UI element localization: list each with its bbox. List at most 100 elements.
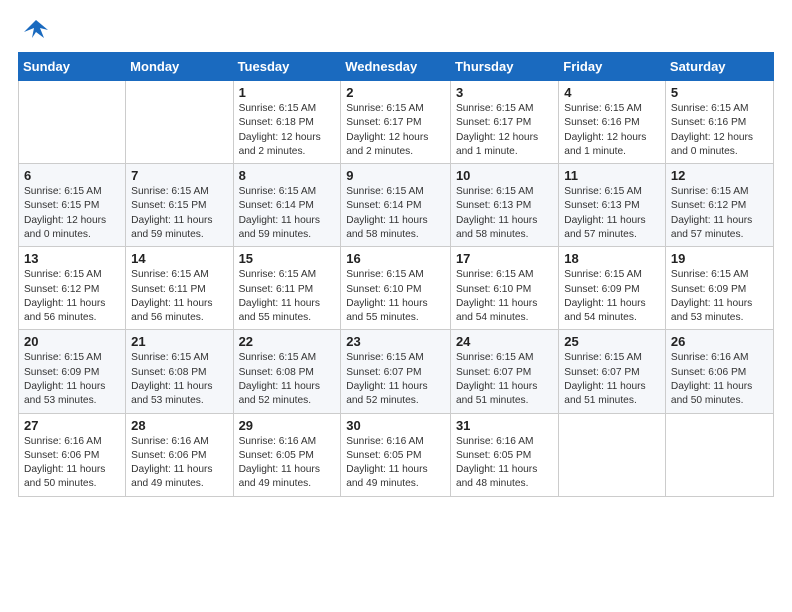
day-detail: Sunrise: 6:16 AMSunset: 6:06 PMDaylight:… <box>24 435 120 492</box>
calendar-cell <box>665 413 773 496</box>
calendar-cell: 25 Sunrise: 6:15 AMSunset: 6:07 PMDayligh… <box>559 330 666 413</box>
week-row-4: 27 Sunrise: 6:16 AMSunset: 6:06 PMDayligh… <box>19 413 774 496</box>
calendar-cell: 12 Sunrise: 6:15 AMSunset: 6:12 PMDayligh… <box>665 164 773 247</box>
calendar-cell: 10 Sunrise: 6:15 AMSunset: 6:13 PMDayligh… <box>450 164 558 247</box>
day-detail: Sunrise: 6:15 AMSunset: 6:07 PMDaylight:… <box>346 351 445 408</box>
day-number: 2 <box>346 85 445 100</box>
calendar-cell: 16 Sunrise: 6:15 AMSunset: 6:10 PMDayligh… <box>341 247 451 330</box>
calendar-cell <box>126 81 233 164</box>
day-detail: Sunrise: 6:16 AMSunset: 6:06 PMDaylight:… <box>671 351 768 408</box>
day-detail: Sunrise: 6:15 AMSunset: 6:15 PMDaylight:… <box>131 185 227 242</box>
day-detail: Sunrise: 6:15 AMSunset: 6:13 PMDaylight:… <box>564 185 660 242</box>
calendar-cell: 27 Sunrise: 6:16 AMSunset: 6:06 PMDayligh… <box>19 413 126 496</box>
day-detail: Sunrise: 6:16 AMSunset: 6:05 PMDaylight:… <box>346 435 445 492</box>
day-number: 9 <box>346 168 445 183</box>
day-detail: Sunrise: 6:15 AMSunset: 6:17 PMDaylight:… <box>456 102 553 159</box>
calendar-cell: 8 Sunrise: 6:15 AMSunset: 6:14 PMDaylight… <box>233 164 341 247</box>
calendar-cell: 30 Sunrise: 6:16 AMSunset: 6:05 PMDayligh… <box>341 413 451 496</box>
day-detail: Sunrise: 6:15 AMSunset: 6:14 PMDaylight:… <box>346 185 445 242</box>
day-number: 8 <box>239 168 336 183</box>
day-number: 23 <box>346 334 445 349</box>
day-detail: Sunrise: 6:15 AMSunset: 6:07 PMDaylight:… <box>564 351 660 408</box>
calendar-table: SundayMondayTuesdayWednesdayThursdayFrid… <box>18 52 774 497</box>
day-number: 4 <box>564 85 660 100</box>
calendar-cell: 5 Sunrise: 6:15 AMSunset: 6:16 PMDaylight… <box>665 81 773 164</box>
day-detail: Sunrise: 6:15 AMSunset: 6:10 PMDaylight:… <box>456 268 553 325</box>
day-detail: Sunrise: 6:15 AMSunset: 6:15 PMDaylight:… <box>24 185 120 242</box>
weekday-header-tuesday: Tuesday <box>233 53 341 81</box>
day-detail: Sunrise: 6:15 AMSunset: 6:11 PMDaylight:… <box>239 268 336 325</box>
calendar-cell: 29Sunrise: 6:16 AMSunset: 6:05 PMDayligh… <box>233 413 341 496</box>
calendar-cell: 26 Sunrise: 6:16 AMSunset: 6:06 PMDayligh… <box>665 330 773 413</box>
week-row-0: 1Sunrise: 6:15 AMSunset: 6:18 PMDaylight… <box>19 81 774 164</box>
day-number: 28 <box>131 418 227 433</box>
header <box>18 16 774 42</box>
logo-bird-icon <box>22 16 50 44</box>
weekday-header-row: SundayMondayTuesdayWednesdayThursdayFrid… <box>19 53 774 81</box>
day-detail: Sunrise: 6:15 AMSunset: 6:09 PMDaylight:… <box>564 268 660 325</box>
day-detail: Sunrise: 6:15 AMSunset: 6:14 PMDaylight:… <box>239 185 336 242</box>
day-number: 16 <box>346 251 445 266</box>
day-number: 19 <box>671 251 768 266</box>
day-detail: Sunrise: 6:15 AMSunset: 6:17 PMDaylight:… <box>346 102 445 159</box>
day-detail: Sunrise: 6:15 AMSunset: 6:08 PMDaylight:… <box>239 351 336 408</box>
day-number: 21 <box>131 334 227 349</box>
calendar-cell: 2 Sunrise: 6:15 AMSunset: 6:17 PMDaylight… <box>341 81 451 164</box>
calendar-cell: 19 Sunrise: 6:15 AMSunset: 6:09 PMDayligh… <box>665 247 773 330</box>
calendar-cell: 22 Sunrise: 6:15 AMSunset: 6:08 PMDayligh… <box>233 330 341 413</box>
day-number: 20 <box>24 334 120 349</box>
day-number: 25 <box>564 334 660 349</box>
calendar-cell: 24Sunrise: 6:15 AMSunset: 6:07 PMDayligh… <box>450 330 558 413</box>
day-number: 26 <box>671 334 768 349</box>
page: SundayMondayTuesdayWednesdayThursdayFrid… <box>0 0 792 612</box>
day-detail: Sunrise: 6:15 AMSunset: 6:10 PMDaylight:… <box>346 268 445 325</box>
day-number: 5 <box>671 85 768 100</box>
calendar-cell: 6 Sunrise: 6:15 AMSunset: 6:15 PMDaylight… <box>19 164 126 247</box>
day-number: 24 <box>456 334 553 349</box>
day-number: 18 <box>564 251 660 266</box>
calendar-cell: 11 Sunrise: 6:15 AMSunset: 6:13 PMDayligh… <box>559 164 666 247</box>
calendar-cell: 21 Sunrise: 6:15 AMSunset: 6:08 PMDayligh… <box>126 330 233 413</box>
calendar-cell: 15 Sunrise: 6:15 AMSunset: 6:11 PMDayligh… <box>233 247 341 330</box>
day-number: 17 <box>456 251 553 266</box>
day-number: 15 <box>239 251 336 266</box>
day-detail: Sunrise: 6:15 AMSunset: 6:09 PMDaylight:… <box>671 268 768 325</box>
day-detail: Sunrise: 6:15 AMSunset: 6:12 PMDaylight:… <box>671 185 768 242</box>
weekday-header-monday: Monday <box>126 53 233 81</box>
day-detail: Sunrise: 6:15 AMSunset: 6:12 PMDaylight:… <box>24 268 120 325</box>
calendar-cell: 1Sunrise: 6:15 AMSunset: 6:18 PMDaylight… <box>233 81 341 164</box>
day-number: 6 <box>24 168 120 183</box>
calendar-cell: 4 Sunrise: 6:15 AMSunset: 6:16 PMDaylight… <box>559 81 666 164</box>
day-number: 27 <box>24 418 120 433</box>
calendar-cell: 13 Sunrise: 6:15 AMSunset: 6:12 PMDayligh… <box>19 247 126 330</box>
calendar-cell <box>19 81 126 164</box>
day-number: 3 <box>456 85 553 100</box>
weekday-header-saturday: Saturday <box>665 53 773 81</box>
calendar-cell: 31Sunrise: 6:16 AMSunset: 6:05 PMDayligh… <box>450 413 558 496</box>
calendar-cell: 7 Sunrise: 6:15 AMSunset: 6:15 PMDaylight… <box>126 164 233 247</box>
week-row-2: 13 Sunrise: 6:15 AMSunset: 6:12 PMDayligh… <box>19 247 774 330</box>
day-number: 10 <box>456 168 553 183</box>
day-detail: Sunrise: 6:15 AMSunset: 6:08 PMDaylight:… <box>131 351 227 408</box>
day-detail: Sunrise: 6:15 AMSunset: 6:13 PMDaylight:… <box>456 185 553 242</box>
day-number: 30 <box>346 418 445 433</box>
day-number: 14 <box>131 251 227 266</box>
day-number: 7 <box>131 168 227 183</box>
day-number: 29 <box>239 418 336 433</box>
day-number: 11 <box>564 168 660 183</box>
weekday-header-wednesday: Wednesday <box>341 53 451 81</box>
day-detail: Sunrise: 6:15 AMSunset: 6:16 PMDaylight:… <box>564 102 660 159</box>
logo <box>18 16 50 42</box>
day-number: 13 <box>24 251 120 266</box>
day-detail: Sunrise: 6:15 AMSunset: 6:16 PMDaylight:… <box>671 102 768 159</box>
weekday-header-thursday: Thursday <box>450 53 558 81</box>
calendar-cell <box>559 413 666 496</box>
calendar-cell: 9 Sunrise: 6:15 AMSunset: 6:14 PMDaylight… <box>341 164 451 247</box>
calendar-cell: 23 Sunrise: 6:15 AMSunset: 6:07 PMDayligh… <box>341 330 451 413</box>
week-row-3: 20Sunrise: 6:15 AMSunset: 6:09 PMDayligh… <box>19 330 774 413</box>
day-number: 22 <box>239 334 336 349</box>
week-row-1: 6 Sunrise: 6:15 AMSunset: 6:15 PMDaylight… <box>19 164 774 247</box>
calendar-cell: 14Sunrise: 6:15 AMSunset: 6:11 PMDayligh… <box>126 247 233 330</box>
day-number: 12 <box>671 168 768 183</box>
calendar-cell: 18 Sunrise: 6:15 AMSunset: 6:09 PMDayligh… <box>559 247 666 330</box>
